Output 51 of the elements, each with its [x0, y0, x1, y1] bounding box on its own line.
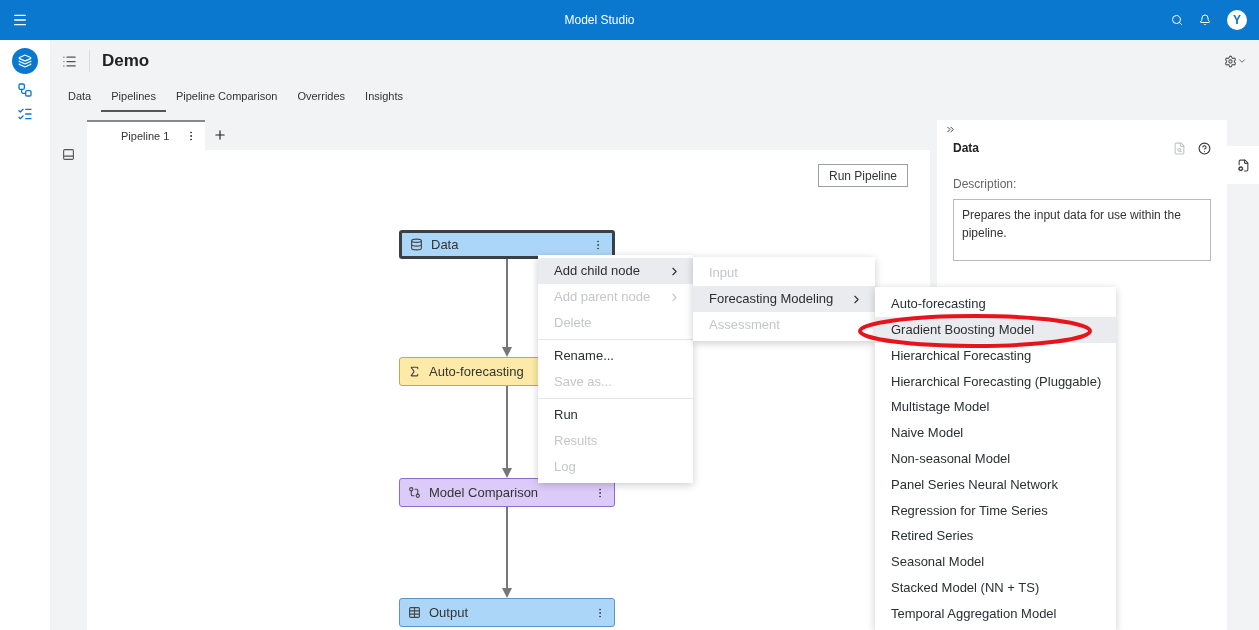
description-field[interactable]: Prepares the input data for use within the pipeline.: [953, 199, 1211, 261]
help-icon[interactable]: [1198, 141, 1211, 155]
menu-item[interactable]: Add child node: [538, 258, 693, 284]
list-icon[interactable]: [62, 53, 77, 69]
menu-item[interactable]: Run: [538, 402, 693, 428]
panel-icon[interactable]: [62, 148, 75, 161]
tab[interactable]: Insights: [355, 82, 413, 112]
menu-item[interactable]: Naive Model: [875, 420, 1116, 446]
menu-item[interactable]: Non-seasonal Model: [875, 445, 1116, 472]
node-icon: [408, 606, 421, 619]
pipeline-node[interactable]: Output: [399, 598, 615, 627]
menu-item[interactable]: Hierarchical Forecasting: [875, 342, 1116, 369]
node-icon: [410, 238, 423, 251]
document-icon: [1236, 158, 1250, 172]
tab[interactable]: Pipelines: [101, 82, 166, 112]
user-avatar[interactable]: Y: [1227, 10, 1247, 30]
panel-title: Data: [953, 140, 980, 157]
pipeline-node[interactable]: Model Comparison: [399, 478, 615, 507]
pipeline-node[interactable]: Data: [399, 230, 615, 259]
description-label: Description:: [953, 176, 1018, 193]
collapse-icon[interactable]: [945, 124, 956, 135]
menu-item[interactable]: Hierarchical Forecasting (Pluggable): [875, 368, 1116, 395]
tab[interactable]: Data: [58, 82, 102, 112]
menu-item[interactable]: Seasonal Model: [875, 548, 1116, 575]
list-check-icon[interactable]: [17, 106, 33, 122]
tab[interactable]: Overrides: [287, 82, 356, 112]
node-icon: [408, 365, 421, 378]
menu-item[interactable]: Retired Series: [875, 523, 1116, 549]
settings-icon[interactable]: [1224, 54, 1237, 68]
run-pipeline-button[interactable]: Run Pipeline: [818, 164, 909, 187]
rail-button[interactable]: [12, 48, 38, 74]
side-tab[interactable]: [1227, 146, 1259, 184]
search-icon[interactable]: [1171, 14, 1183, 26]
project-title: Demo: [102, 50, 150, 73]
app-title: Model Studio: [564, 12, 635, 29]
menu-item[interactable]: Forecasting Modeling: [693, 286, 875, 312]
menu-item[interactable]: Auto-forecasting: [875, 291, 1116, 317]
bell-icon[interactable]: [1199, 14, 1211, 26]
add-icon[interactable]: [213, 128, 228, 142]
menu-icon[interactable]: [12, 12, 28, 28]
pipeline-tab[interactable]: Pipeline 1: [87, 120, 206, 150]
tab[interactable]: Pipeline Comparison: [165, 82, 288, 112]
menu-item[interactable]: Regression for Time Series: [875, 497, 1116, 524]
menu-item[interactable]: Stacked Model (NN + TS): [875, 574, 1116, 601]
menu-item[interactable]: Multistage Model: [875, 394, 1116, 420]
layers-icon: [18, 54, 32, 68]
menu-item[interactable]: Temporal Aggregation Model: [875, 600, 1116, 627]
caret-icon[interactable]: [1237, 56, 1247, 66]
node-icon: [408, 486, 421, 499]
workflow-icon[interactable]: [17, 82, 33, 98]
menu-item[interactable]: Panel Series Neural Network: [875, 471, 1116, 498]
